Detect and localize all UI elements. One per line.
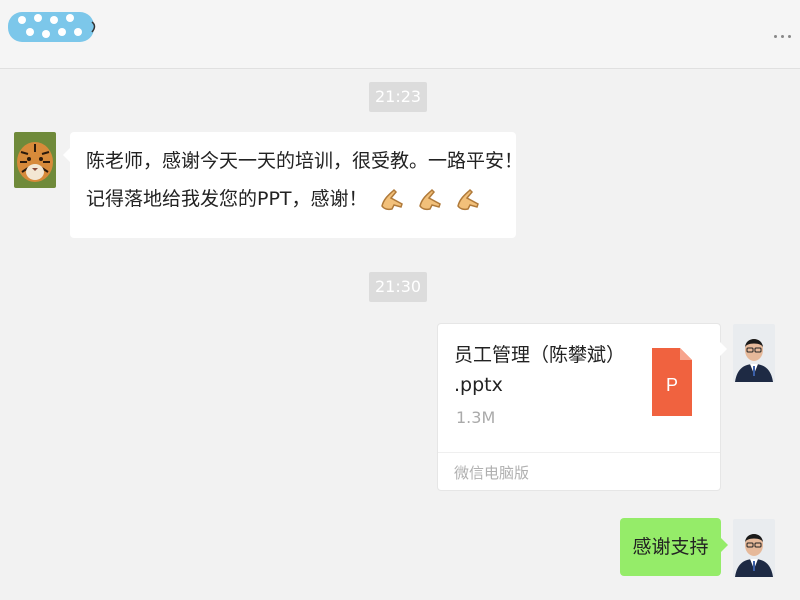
chat-header bbox=[0, 0, 800, 69]
incoming-message-bubble[interactable]: 陈老师，感谢今天一天的培训，很受教。一路平安！ 记得落地给我发您的PPT，感谢！ bbox=[63, 132, 524, 238]
message-line-with-emoji: 记得落地给我发您的PPT，感谢！ bbox=[86, 180, 516, 218]
file-size: 1.3M bbox=[456, 408, 496, 427]
man-in-suit-avatar[interactable] bbox=[733, 519, 775, 577]
obscured-name-sticker bbox=[8, 12, 96, 42]
file-name-line2: .pptx bbox=[454, 374, 503, 396]
pointing-hand-emoji bbox=[418, 188, 441, 211]
outgoing-message-bubble[interactable]: 感谢支持 bbox=[620, 518, 728, 576]
ppt-icon-letter: P bbox=[666, 375, 678, 395]
file-message-card[interactable]: 员工管理（陈攀斌） .pptx 1.3M P 微信电脑版 bbox=[437, 323, 727, 491]
pointing-hand-emoji bbox=[380, 188, 403, 211]
card-divider bbox=[438, 452, 720, 453]
message-line: 陈老师，感谢今天一天的培训，很受教。一路平安！ bbox=[86, 150, 524, 172]
file-name: 员工管理（陈攀斌） .pptx bbox=[454, 340, 634, 400]
tiger-avatar[interactable] bbox=[14, 132, 56, 188]
file-source-label: 微信电脑版 bbox=[454, 464, 530, 482]
file-name-line1: 员工管理（陈攀斌） bbox=[454, 344, 626, 366]
ppt-file-icon: P bbox=[652, 348, 692, 416]
emoji-group bbox=[378, 184, 484, 214]
message-text: 记得落地给我发您的PPT，感谢！ bbox=[86, 188, 368, 210]
man-in-suit-avatar[interactable] bbox=[733, 324, 775, 382]
pointing-hand-emoji bbox=[456, 188, 479, 211]
timestamp-badge: 21:30 bbox=[369, 272, 428, 302]
timestamp-badge: 21:23 bbox=[369, 82, 428, 112]
more-dots-icon[interactable] bbox=[770, 26, 794, 46]
